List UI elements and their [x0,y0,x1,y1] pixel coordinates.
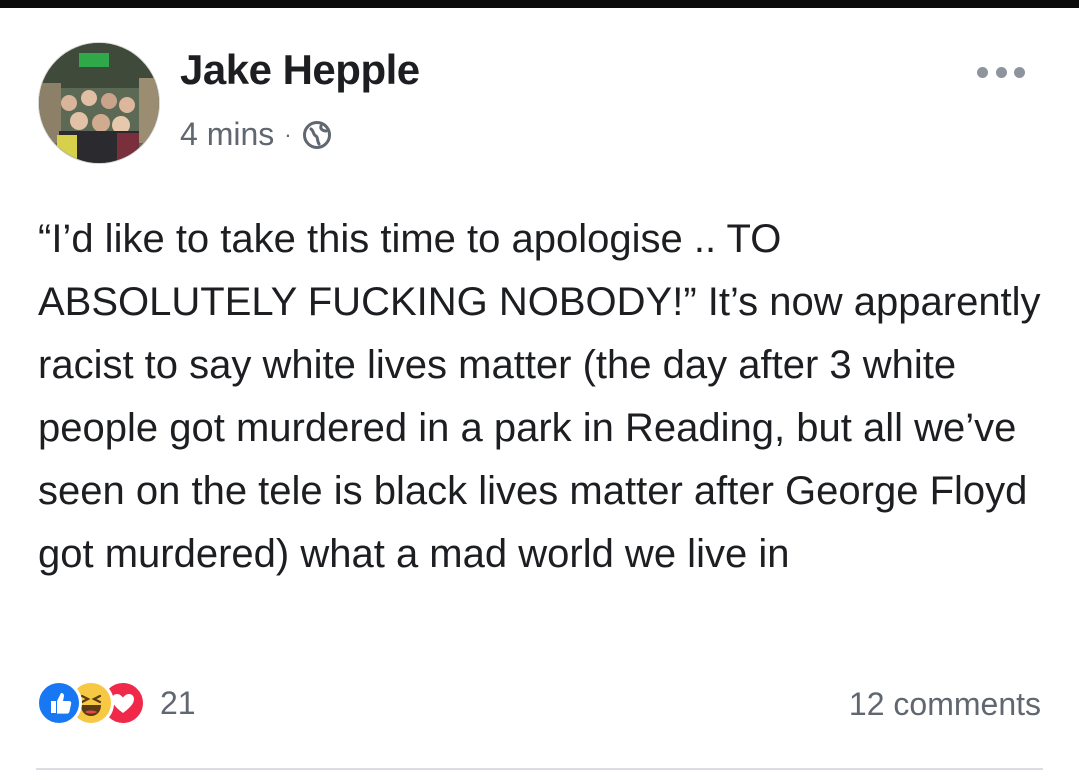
post-time[interactable]: 4 mins [180,116,274,153]
post-text: “I’d like to take this time to apologise… [38,217,1052,576]
meta-separator: · [284,121,292,147]
more-dot-icon [1014,66,1025,78]
reaction-count: 21 [160,684,196,721]
post-meta: 4 mins · [180,116,332,153]
more-dot-icon [977,66,988,78]
avatar-photo [39,43,159,163]
avatar[interactable] [38,42,160,164]
more-dot-icon [995,66,1007,78]
top-border [0,0,1079,8]
facebook-post: Jake Hepple 4 mins · “I’d like to take t… [0,8,1079,780]
comments-count-link[interactable]: 12 comments [849,686,1041,723]
reactions-summary[interactable]: 21 [36,680,196,726]
more-options-button[interactable] [977,62,1025,82]
like-icon [36,680,82,726]
author-name[interactable]: Jake Hepple [180,46,420,94]
divider [36,768,1043,770]
globe-icon[interactable] [302,120,332,150]
